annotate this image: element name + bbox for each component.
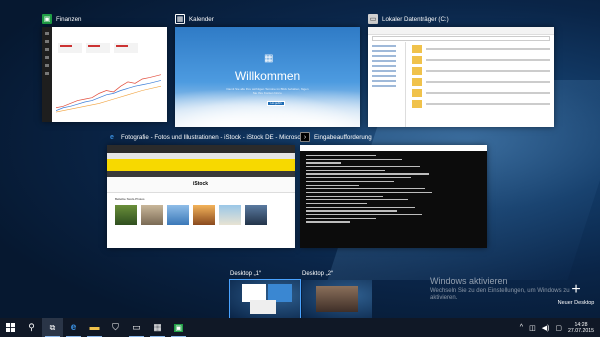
navigation-pane	[368, 42, 406, 127]
welcome-heading: Willkommen	[234, 69, 301, 83]
taskbar-finance[interactable]: ▣	[168, 318, 189, 337]
site-header: iStock	[107, 177, 295, 193]
show-hidden-icons-icon[interactable]: ^	[520, 324, 523, 331]
window-title-browser: e Fotografie - Fotos und Illustrationen …	[107, 131, 309, 143]
finance-icon: ▣	[174, 323, 183, 332]
activation-text: Wechseln Sie zu den Einstellungen, um Wi…	[430, 288, 570, 301]
store-icon: ⛉	[112, 322, 119, 332]
welcome-subtitle: Damit Sie alle Ihre wichtigen Termine im…	[226, 87, 309, 95]
desktop-2-thumbnail[interactable]: Desktop „2“	[302, 271, 372, 318]
desktop-2-preview	[302, 280, 372, 318]
desktop-1-preview	[229, 279, 301, 319]
drive-icon: ▭	[368, 14, 378, 24]
browser-tabbar	[107, 145, 295, 153]
start-button[interactable]	[0, 318, 21, 337]
address-bar	[372, 36, 550, 41]
window-finanzen[interactable]: ▣ Finanzen	[42, 14, 167, 122]
photo-grid	[107, 203, 295, 227]
taskbar-store[interactable]: ⛉	[105, 318, 126, 337]
system-tray: ^ ◫ ◀) ▢ 14:28 27.07.2015	[520, 318, 594, 337]
window-title-cmd: › Eingabeaufforderung	[300, 131, 372, 143]
window-title-finanzen: ▣ Finanzen	[42, 13, 81, 25]
task-view-button[interactable]: ⧉	[42, 318, 63, 337]
volume-icon[interactable]: ◀)	[542, 324, 550, 332]
taskbar-explorer[interactable]: ▬	[84, 318, 105, 337]
window-title-text: Fotografie - Fotos und Illustrationen - …	[121, 133, 310, 141]
search-button[interactable]: ⚲	[21, 318, 42, 337]
quote-card	[114, 43, 138, 53]
network-icon[interactable]: ◫	[529, 324, 536, 332]
quote-card	[86, 43, 110, 53]
app-sidebar	[42, 27, 52, 122]
window-kalender[interactable]: ▦ Kalender ▦ Willkommen Damit Sie alle I…	[175, 14, 360, 127]
taskbar-calendar[interactable]: ▦	[147, 318, 168, 337]
section-label: Beliebte Stock-Photos	[115, 197, 145, 201]
window-thumbnail	[42, 27, 167, 122]
notifications-icon[interactable]: ▢	[555, 324, 562, 332]
search-icon: ⚲	[28, 322, 35, 332]
window-title-text: Finanzen	[56, 15, 82, 23]
folder-icon: ▬	[89, 322, 100, 333]
finance-chart	[56, 74, 161, 113]
calendar-icon: ▦	[264, 53, 274, 64]
taskbar: ⚲ ⧉ e ▬ ⛉ ▭ ▦ ▣ ^ ◫ ◀) ▢ 14:28 27.07.201…	[0, 318, 600, 337]
desktop-2-label: Desktop „2“	[302, 271, 334, 277]
clock[interactable]: 14:28 27.07.2015	[568, 322, 594, 334]
finance-icon: ▣	[42, 14, 52, 24]
quote-card	[58, 43, 82, 53]
file-list	[412, 45, 550, 111]
window-title-explorer: ▭ Lokaler Datenträger (C:)	[368, 13, 449, 25]
window-title-text: Kalender	[189, 15, 214, 23]
calendar-icon: ▦	[175, 14, 185, 24]
taskbar-cmd[interactable]: ▭	[126, 318, 147, 337]
window-browser[interactable]: e Fotografie - Fotos und Illustrationen …	[107, 134, 309, 248]
get-started-button: Los geht's	[267, 101, 285, 106]
windows-logo-icon	[6, 323, 15, 332]
window-title-text: Lokaler Datenträger (C:)	[382, 15, 449, 23]
task-view-icon: ⧉	[49, 322, 56, 332]
desktop-1-label: Desktop „1“	[230, 271, 262, 277]
console-output	[300, 151, 487, 229]
cmd-icon: ›	[300, 132, 310, 142]
window-cmd[interactable]: › Eingabeaufforderung	[300, 132, 487, 248]
window-thumbnail: ▦ Willkommen Damit Sie alle Ihre wichtig…	[175, 27, 360, 127]
window-thumbnail	[368, 27, 554, 127]
window-title-kalender: ▦ Kalender	[175, 13, 214, 25]
cmd-icon: ▭	[132, 322, 141, 332]
window-title-text: Eingabeaufforderung	[314, 133, 372, 141]
taskbar-edge[interactable]: e	[63, 318, 84, 337]
istock-logo: iStock	[193, 181, 209, 187]
calendar-icon: ▦	[153, 322, 162, 332]
window-thumbnail	[300, 145, 487, 248]
ribbon	[368, 27, 554, 35]
clock-date: 27.07.2015	[568, 327, 594, 334]
window-explorer[interactable]: ▭ Lokaler Datenträger (C:)	[368, 14, 554, 127]
activation-title: Windows aktivieren	[430, 276, 508, 286]
activation-watermark: Windows aktivieren Wechseln Sie zu den E…	[430, 276, 595, 302]
edge-icon: e	[70, 322, 77, 333]
edge-icon: e	[110, 133, 114, 141]
window-thumbnail: iStock Beliebte Stock-Photos	[107, 145, 295, 248]
promo-banner	[107, 159, 295, 171]
desktop-1-thumbnail[interactable]: Desktop „1“	[229, 271, 301, 319]
